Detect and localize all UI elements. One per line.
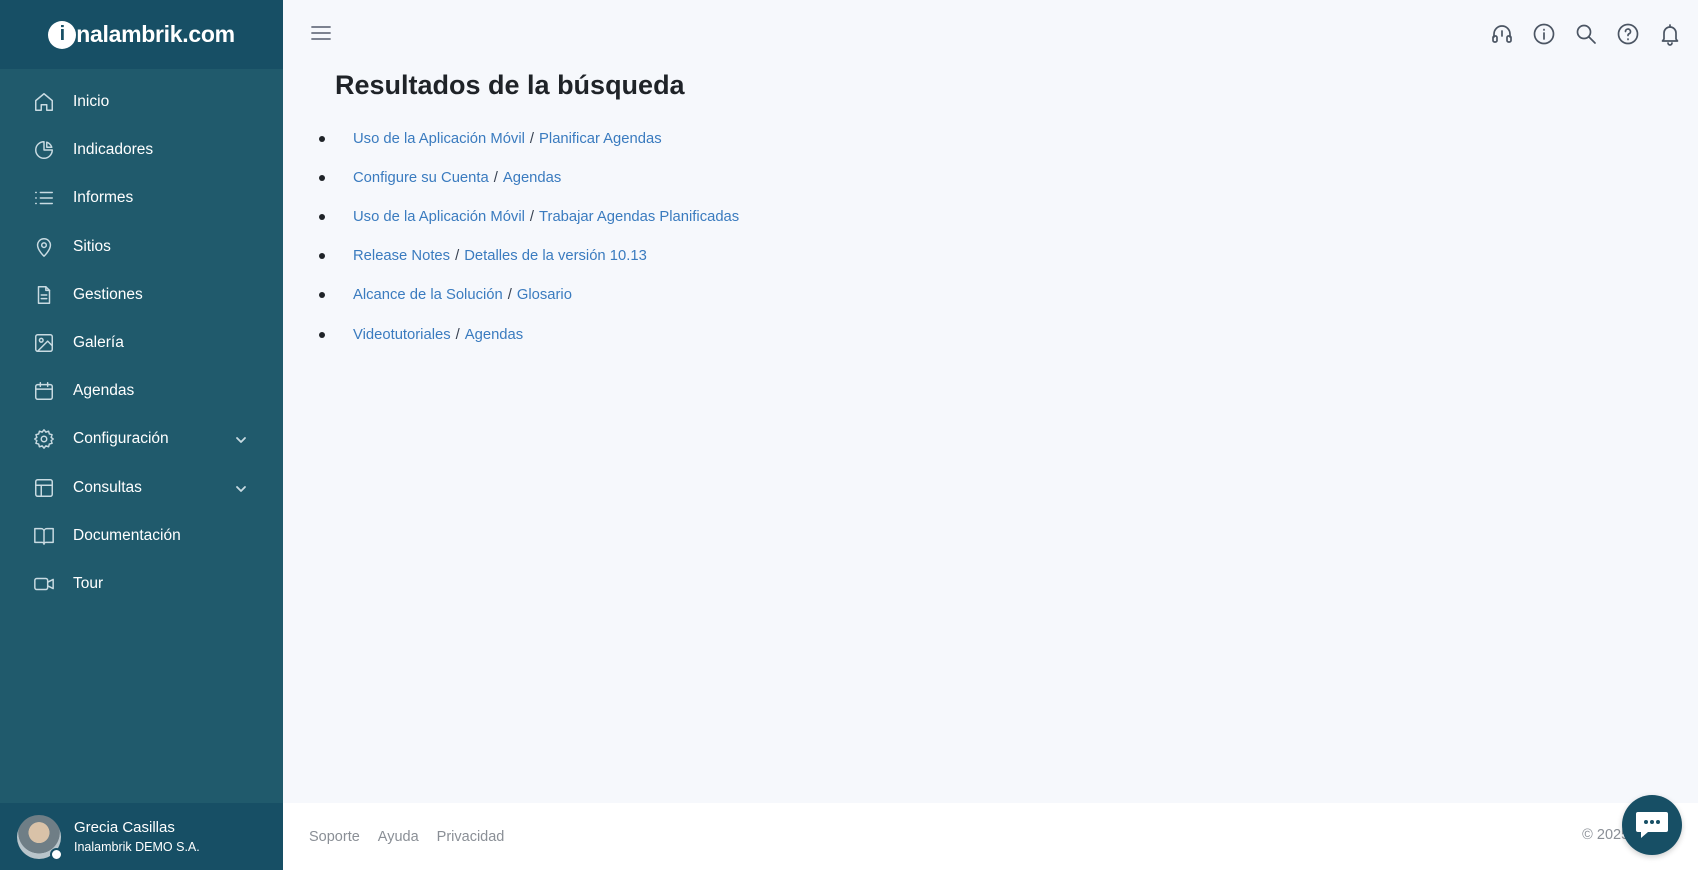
table-icon xyxy=(33,477,55,499)
home-icon xyxy=(33,91,55,113)
sidebar-item-indicadores[interactable]: Indicadores xyxy=(0,126,283,174)
calendar-icon xyxy=(33,380,55,402)
logo-bar: i nalambrik.com xyxy=(0,0,283,69)
result-page-link[interactable]: Detalles de la versión 10.13 xyxy=(464,248,647,264)
sidebar-item-label: Indicadores xyxy=(73,141,154,159)
sidebar-item-gestiones[interactable]: Gestiones xyxy=(0,271,283,319)
footer-link-privacidad[interactable]: Privacidad xyxy=(437,829,505,845)
bullet xyxy=(319,292,325,299)
help-icon[interactable] xyxy=(1616,22,1640,46)
sidebar-item-label: Galería xyxy=(73,334,124,352)
sidebar-item-informes[interactable]: Informes xyxy=(0,174,283,222)
menu-toggle-icon[interactable] xyxy=(310,24,332,42)
sidebar-item-label: Configuración xyxy=(73,430,169,448)
result-section-link[interactable]: Alcance de la Solución xyxy=(353,287,503,303)
footer-link-ayuda[interactable]: Ayuda xyxy=(378,829,419,845)
footer: Soporte Ayuda Privacidad © 2025 - xyxy=(283,803,1698,870)
sidebar-item-agendas[interactable]: Agendas xyxy=(0,367,283,415)
result-section-link[interactable]: Release Notes xyxy=(353,248,450,264)
topbar-actions xyxy=(1490,22,1682,46)
separator: / xyxy=(455,248,460,265)
bullet xyxy=(319,135,325,142)
chevron-down-icon[interactable] xyxy=(235,482,247,494)
bullet xyxy=(319,174,325,181)
result-page-link[interactable]: Trabajar Agendas Planificadas xyxy=(539,209,739,225)
logo-letter: i xyxy=(48,20,77,49)
result-page-link[interactable]: Agendas xyxy=(465,327,523,343)
footer-link-soporte[interactable]: Soporte xyxy=(309,829,360,845)
bullet xyxy=(319,213,325,220)
chat-button[interactable] xyxy=(1622,795,1682,855)
list-item: Uso de la Aplicación Móvil / Trabajar Ag… xyxy=(319,197,739,236)
sidebar-item-inicio[interactable]: Inicio xyxy=(0,78,283,126)
list-item: Configure su Cuenta / Agendas xyxy=(319,158,739,197)
sidebar-item-label: Agendas xyxy=(73,382,135,400)
sidebar-item-label: Tour xyxy=(73,574,104,592)
separator: / xyxy=(455,326,460,343)
result-section-link[interactable]: Configure su Cuenta xyxy=(353,170,489,186)
video-icon xyxy=(33,573,55,595)
list-item: Uso de la Aplicación Móvil / Planificar … xyxy=(319,119,739,158)
list-item: Alcance de la Solución / Glosario xyxy=(319,276,739,315)
separator: / xyxy=(529,130,535,147)
result-section-link[interactable]: Uso de la Aplicación Móvil xyxy=(353,209,525,225)
sidebar-item-label: Gestiones xyxy=(73,285,143,303)
sidebar-item-consultas[interactable]: Consultas xyxy=(0,464,283,512)
separator: / xyxy=(529,208,535,225)
sidebar-item-galeria[interactable]: Galería xyxy=(0,319,283,367)
sidebar-item-sitios[interactable]: Sitios xyxy=(0,223,283,271)
result-section-link[interactable]: Uso de la Aplicación Móvil xyxy=(353,131,525,147)
sidebar-item-label: Informes xyxy=(73,189,134,207)
brand-logo[interactable]: i nalambrik.com xyxy=(48,20,235,49)
book-icon xyxy=(33,525,55,547)
user-profile[interactable]: Grecia Casillas Inalambrik DEMO S.A. xyxy=(0,803,283,870)
list-icon xyxy=(33,187,55,209)
logo-text: nalambrik.com xyxy=(76,21,235,47)
topbar xyxy=(283,0,1698,69)
sidebar-nav: Inicio Indicadores Informes Sitios Gesti… xyxy=(0,69,283,608)
sidebar-item-label: Inicio xyxy=(73,93,110,111)
sidebar-item-tour[interactable]: Tour xyxy=(0,560,283,608)
separator: / xyxy=(507,287,512,304)
user-name: Grecia Casillas xyxy=(74,819,175,836)
pie-chart-icon xyxy=(33,139,55,161)
user-company: Inalambrik DEMO S.A. xyxy=(74,840,200,854)
sidebar-item-label: Documentación xyxy=(73,526,181,544)
image-icon xyxy=(33,332,55,354)
chat-bubble-icon xyxy=(1636,812,1668,838)
result-page-link[interactable]: Planificar Agendas xyxy=(539,131,662,147)
bullet xyxy=(319,331,325,338)
avatar[interactable] xyxy=(17,814,63,861)
sidebar-item-configuracion[interactable]: Configuración xyxy=(0,415,283,463)
separator: / xyxy=(493,169,498,186)
list-item: Release Notes / Detalles de la versión 1… xyxy=(319,237,739,276)
status-dot xyxy=(50,847,63,861)
info-icon[interactable] xyxy=(1532,22,1556,46)
sidebar-item-label: Consultas xyxy=(73,478,142,496)
map-pin-icon xyxy=(33,236,55,258)
search-icon[interactable] xyxy=(1574,22,1598,46)
chevron-down-icon[interactable] xyxy=(235,433,247,445)
gear-icon xyxy=(33,428,55,450)
result-section-link[interactable]: Videotutoriales xyxy=(353,327,451,343)
sidebar-item-label: Sitios xyxy=(73,237,111,255)
sidebar-item-documentacion[interactable]: Documentación xyxy=(0,512,283,560)
list-item: Videotutoriales / Agendas xyxy=(319,315,739,354)
headset-icon[interactable] xyxy=(1490,22,1514,46)
bullet xyxy=(319,253,325,260)
user-info: Grecia Casillas Inalambrik DEMO S.A. xyxy=(74,819,200,854)
result-page-link[interactable]: Glosario xyxy=(517,287,572,303)
page-title: Resultados de la búsqueda xyxy=(335,70,685,100)
bell-icon[interactable] xyxy=(1658,22,1682,46)
document-icon xyxy=(33,284,55,306)
search-results-list: Uso de la Aplicación Móvil / Planificar … xyxy=(319,119,739,354)
sidebar: i nalambrik.com Inicio Indicadores Infor… xyxy=(0,0,283,870)
result-page-link[interactable]: Agendas xyxy=(503,170,561,186)
